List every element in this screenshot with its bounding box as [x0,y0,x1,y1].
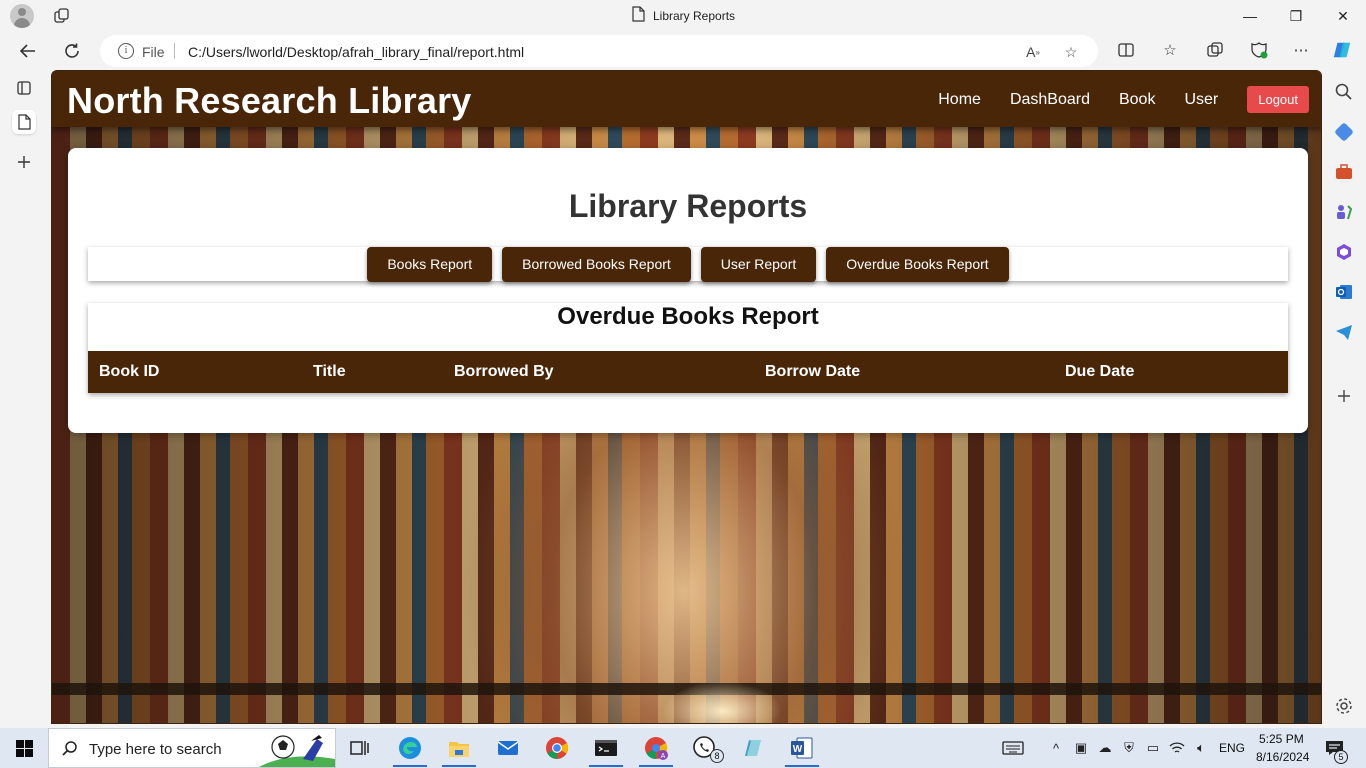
explorer-active-indicator [442,765,476,767]
address-bar[interactable]: i File C:/Users/lworld/Desktop/afrah_lib… [100,35,1098,67]
report-button-bar: Books Report Borrowed Books Report User … [88,246,1288,282]
terminal-icon[interactable] [594,736,618,760]
new-tab-plus-icon[interactable] [12,150,36,174]
file-explorer-icon[interactable] [447,736,471,760]
browser-essentials-icon[interactable] [1249,40,1269,60]
column-header-book-id: Book ID [99,363,160,380]
user-report-button[interactable]: User Report [700,246,817,282]
wifi-icon[interactable] [1169,740,1185,756]
chrome-profile-icon[interactable]: A [644,736,668,760]
borrowed-books-report-button[interactable]: Borrowed Books Report [502,246,691,282]
tab-actions-icon[interactable] [12,76,36,100]
touch-keyboard-icon[interactable] [1002,740,1024,756]
add-sidebar-app-icon[interactable] [1334,386,1354,406]
column-header-borrowed-by: Borrowed By [454,363,554,380]
search-icon[interactable] [1334,82,1354,102]
word-icon[interactable]: W [790,736,814,760]
edge-active-indicator [393,765,427,767]
sidebar-settings-gear-icon[interactable] [1334,696,1354,716]
svg-text:A: A [661,753,666,760]
windows-taskbar: Type here to search A 8 W ^ ▣ ☁ ⛨ ▭ 🔈︎ E… [0,728,1366,768]
collections-icon[interactable] [1205,40,1225,60]
meet-now-icon[interactable]: ▣ [1073,740,1089,756]
address-divider [174,43,175,59]
show-hidden-icons-chevron-icon[interactable]: ^ [1048,740,1064,756]
report-title: Overdue Books Report [557,303,819,330]
reports-panel: Library Reports Books Report Borrowed Bo… [68,148,1308,433]
report-table-header: Book ID Title Borrowed By Borrow Date Du… [88,351,1288,393]
language-indicator[interactable]: ENG [1219,741,1245,755]
window-title: Library Reports [653,9,736,23]
word-active-indicator [785,765,819,767]
nav-link-user[interactable]: User [1184,91,1218,109]
column-header-due-date: Due Date [1065,363,1135,380]
battery-icon[interactable]: ▭ [1145,740,1161,756]
back-arrow-icon[interactable] [17,40,39,62]
edge-browser-icon[interactable] [398,736,422,760]
microsoft-365-icon[interactable] [1334,242,1354,262]
tools-briefcase-icon[interactable] [1334,162,1354,182]
minimize-button[interactable]: — [1240,6,1260,26]
address-scheme-label: File [142,44,165,60]
read-aloud-icon[interactable]: A» [1024,43,1042,61]
logout-button[interactable]: Logout [1247,86,1309,113]
close-window-button[interactable]: ✕ [1333,6,1353,26]
nav-link-book[interactable]: Book [1119,91,1155,109]
refresh-icon[interactable] [61,40,83,62]
browser-sidebar [1322,70,1366,728]
favorite-star-icon[interactable]: ☆ [1062,43,1080,61]
notes-app-icon[interactable] [741,736,765,760]
favorites-icon[interactable]: ☆ [1160,40,1180,60]
site-info-icon[interactable]: i [118,43,134,59]
mail-icon[interactable] [496,736,520,760]
clock-time[interactable]: 5:25 PM [1259,732,1304,746]
active-tab-page-icon[interactable] [12,110,36,134]
page-document-icon [632,5,645,27]
notification-count-badge: 5 [1334,750,1348,764]
volume-speaker-icon[interactable]: 🔈︎ [1193,740,1209,756]
chrome-icon[interactable] [545,736,569,760]
workspaces-icon[interactable] [54,8,70,24]
games-chess-icon[interactable] [1334,202,1354,222]
site-brand[interactable]: North Research Library [67,80,472,122]
clock-date[interactable]: 8/16/2024 [1256,750,1309,764]
site-nav-links: Home DashBoard Book User Logout [938,86,1309,113]
windows-start-icon[interactable] [16,740,33,757]
vertical-tabs-strip [0,70,48,728]
profile-avatar-icon[interactable] [10,4,34,28]
overdue-report-section: Overdue Books Report Book ID Title Borro… [88,303,1288,393]
shopping-tag-icon[interactable] [1334,122,1354,142]
more-options-icon[interactable]: ⋯ [1291,40,1311,60]
nav-link-dashboard[interactable]: DashBoard [1010,91,1090,109]
chrome-profile-active-indicator [639,765,673,767]
taskbar-search-box[interactable]: Type here to search [48,728,336,768]
address-url[interactable]: C:/Users/lworld/Desktop/afrah_library_fi… [188,44,524,60]
copilot-icon[interactable] [1332,40,1352,60]
overdue-books-report-button[interactable]: Overdue Books Report [826,246,1009,282]
books-report-button[interactable]: Books Report [367,246,493,282]
restore-button[interactable]: ❐ [1286,6,1306,26]
browser-title-bar: Library Reports — ❐ ✕ [0,0,1366,32]
task-view-icon[interactable] [348,736,372,760]
onedrive-cloud-icon[interactable]: ☁ [1097,740,1113,756]
site-navbar: North Research Library Home DashBoard Bo… [52,71,1321,127]
security-shield-icon[interactable]: ⛨ [1121,740,1137,756]
search-placeholder: Type here to search [89,741,222,758]
web-page-viewport: North Research Library Home DashBoard Bo… [51,70,1322,724]
search-magnifier-icon [61,740,79,758]
nav-link-home[interactable]: Home [938,91,981,109]
search-highlight-soccer-icon [259,731,335,767]
column-header-title: Title [313,363,346,380]
column-header-borrow-date: Borrow Date [765,363,861,380]
split-screen-icon[interactable] [1116,40,1136,60]
whatsapp-badge: 8 [710,749,724,763]
page-title: Library Reports [568,188,808,224]
svg-text:W: W [793,744,803,755]
telegram-send-icon[interactable] [1334,322,1354,342]
outlook-icon[interactable] [1334,282,1354,302]
terminal-active-indicator [589,765,623,767]
